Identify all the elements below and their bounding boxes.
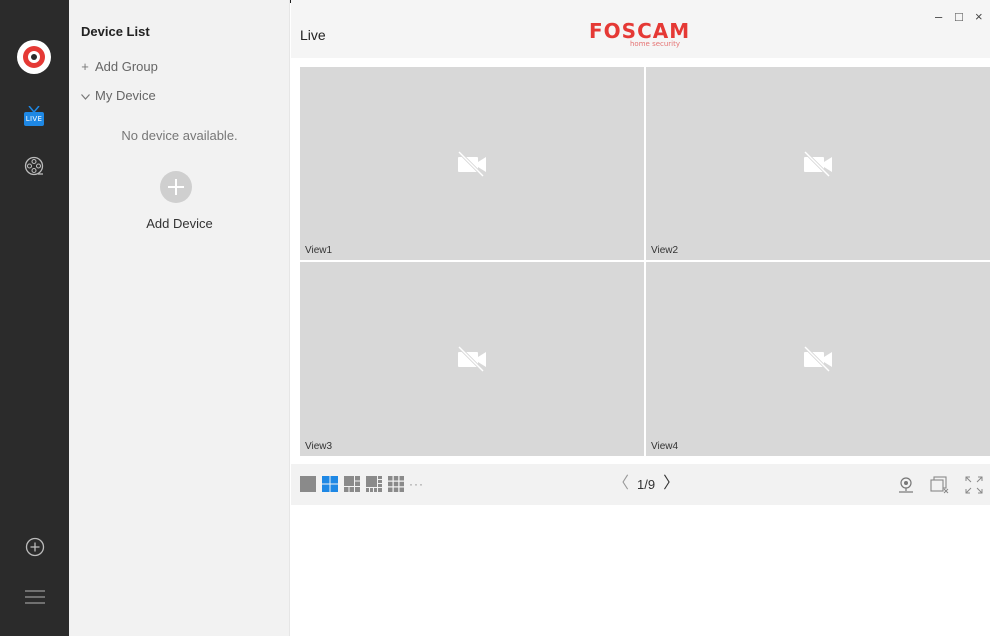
page-title: Live <box>300 27 326 43</box>
layout-6-icon[interactable] <box>344 476 360 492</box>
view-label: View2 <box>651 245 679 256</box>
view-label: View3 <box>305 441 333 452</box>
brand-tagline: home security <box>630 40 681 48</box>
minimize-button[interactable]: – <box>935 10 942 24</box>
foscam-logo-icon[interactable] <box>17 40 51 74</box>
add-group-label: Add Group <box>95 59 158 74</box>
live-badge: LIVE <box>24 112 44 126</box>
ptz-camera-icon[interactable] <box>896 475 916 495</box>
view-label: View1 <box>305 245 333 256</box>
add-circle-icon[interactable] <box>25 537 45 557</box>
more-layouts-button[interactable]: ··· <box>409 476 435 492</box>
plus-icon: + <box>81 59 89 74</box>
video-grid: View1 View2 View3 View4 <box>300 67 990 456</box>
next-page-button[interactable]: 〉 <box>663 476 679 492</box>
control-bar: ··· 〈 1/9 〉 <box>291 464 990 505</box>
my-device-label: My Device <box>95 88 156 103</box>
page-indicator: 1/9 <box>637 476 656 492</box>
video-view-2[interactable]: View2 <box>646 67 990 260</box>
layout-9-icon[interactable] <box>388 476 404 492</box>
menu-icon[interactable] <box>25 589 45 605</box>
layout-4-icon[interactable] <box>322 476 338 492</box>
pager: 〈 1/9 〉 <box>613 476 679 492</box>
chevron-down-icon <box>80 88 90 103</box>
prev-page-button[interactable]: 〈 <box>613 476 629 492</box>
layout-1-icon[interactable] <box>300 476 316 492</box>
close-all-views-icon[interactable] <box>929 475 949 495</box>
nav-rail: LIVE <box>0 0 69 636</box>
fullscreen-icon[interactable] <box>964 475 984 495</box>
camera-off-icon <box>457 345 486 373</box>
camera-off-icon <box>803 345 832 373</box>
layout-8-icon[interactable] <box>366 476 382 492</box>
live-view-area: Live FOSCAM home security – □ × View1 Vi… <box>291 0 990 636</box>
device-list-title: Device List <box>81 24 150 39</box>
add-group-button[interactable]: + Add Group <box>80 59 158 74</box>
maximize-button[interactable]: □ <box>955 10 963 24</box>
device-list-panel: Device List + Add Group My Device No dev… <box>69 0 290 636</box>
close-button[interactable]: × <box>975 10 983 24</box>
video-view-4[interactable]: View4 <box>646 262 990 456</box>
my-device-group[interactable]: My Device <box>80 88 156 103</box>
title-bar: Live FOSCAM home security – □ × <box>291 0 990 58</box>
camera-off-icon <box>803 150 832 177</box>
empty-device-message: No device available. <box>121 128 238 143</box>
app-window: LIVE Device List + Add Group My Device N… <box>0 0 990 636</box>
view-label: View4 <box>651 441 679 452</box>
live-tv-icon[interactable]: LIVE <box>24 106 44 126</box>
film-reel-icon[interactable] <box>24 156 44 176</box>
video-view-3[interactable]: View3 <box>300 262 644 456</box>
add-device-button[interactable]: Add Device <box>69 216 290 231</box>
video-view-1[interactable]: View1 <box>300 67 644 260</box>
add-device-icon[interactable] <box>160 171 192 203</box>
camera-off-icon <box>457 150 486 177</box>
